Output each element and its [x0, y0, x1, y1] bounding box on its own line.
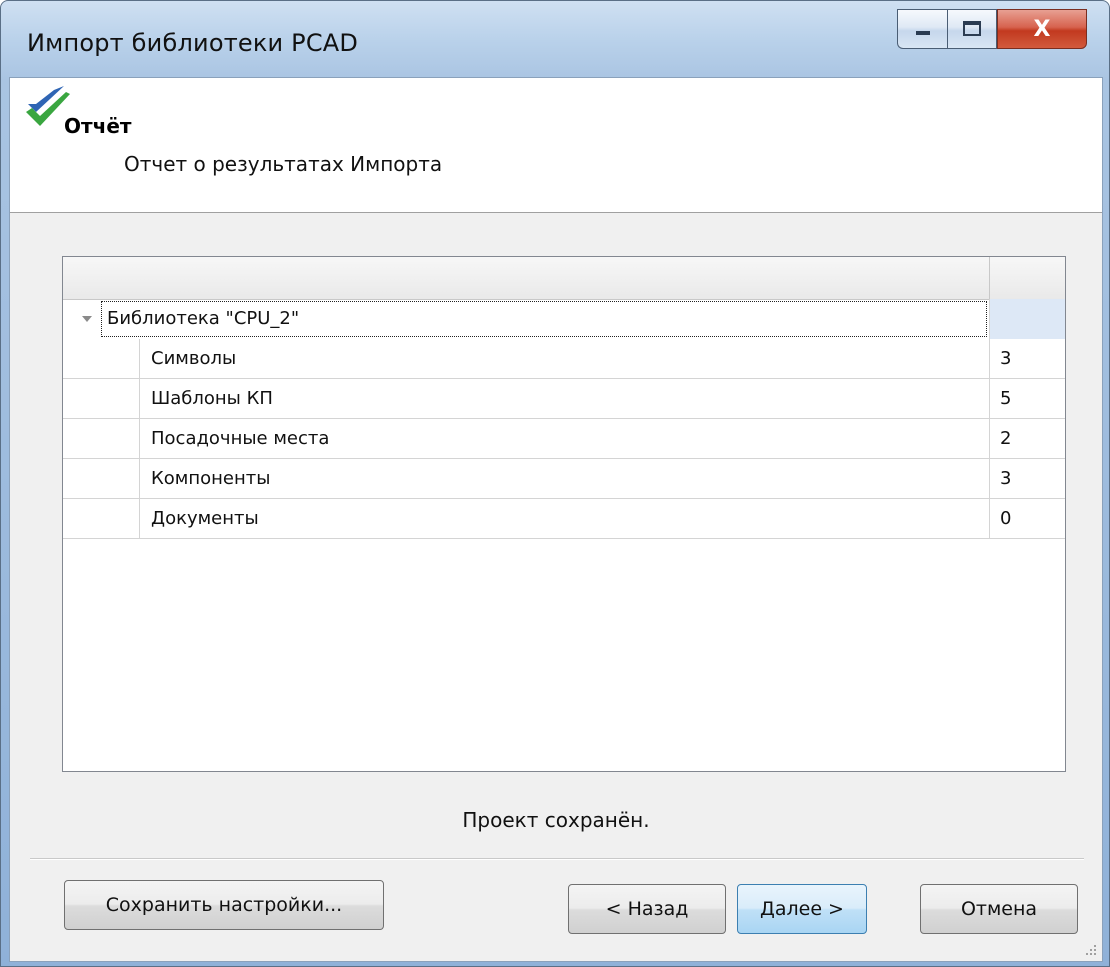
back-button[interactable]: < Назад: [568, 884, 726, 934]
caption-buttons: X: [897, 9, 1087, 49]
dialog-window: Импорт библиотеки PCAD X Отчёт Отчет о р…: [0, 0, 1110, 967]
library-value-cell[interactable]: [989, 299, 1065, 339]
grid-header: [63, 257, 1065, 300]
tree-row-footprints[interactable]: Посадочные места 2: [63, 419, 1065, 459]
tree-row-documents[interactable]: Документы 0: [63, 499, 1065, 539]
page-title: Отчёт: [64, 114, 132, 138]
row-label: Шаблоны КП: [151, 388, 273, 409]
row-label: Символы: [151, 348, 237, 369]
row-value: 3: [989, 339, 1065, 379]
minimize-button[interactable]: [897, 9, 947, 49]
row-label: Документы: [151, 508, 259, 529]
tree-row-pad-templates[interactable]: Шаблоны КП 5: [63, 379, 1065, 419]
report-tree-grid[interactable]: Библиотека "CPU_2" Символы 3 Шаблоны КП …: [62, 256, 1066, 772]
save-settings-button[interactable]: Сохранить настройки...: [64, 880, 384, 930]
row-label: Посадочные места: [151, 428, 330, 449]
row-value: 3: [989, 459, 1065, 499]
row-value: 2: [989, 419, 1065, 459]
footer-divider: [30, 858, 1084, 860]
window-title: Импорт библиотеки PCAD: [27, 29, 359, 57]
row-label: Компоненты: [151, 468, 271, 489]
status-message: Проект сохранён.: [462, 808, 650, 832]
tree-node-library[interactable]: Библиотека "CPU_2": [63, 299, 1065, 339]
tree-cell: [139, 339, 989, 379]
row-value: 5: [989, 379, 1065, 419]
close-icon: X: [1033, 16, 1051, 42]
wizard-header: Отчёт Отчет о результатах Импорта: [10, 78, 1102, 213]
tree-row-symbols[interactable]: Символы 3: [63, 339, 1065, 379]
next-button[interactable]: Далее >: [737, 884, 867, 934]
tree-cell: [139, 499, 989, 539]
resize-grip-icon[interactable]: [1084, 943, 1098, 957]
minimize-icon: [915, 31, 930, 35]
maximize-button[interactable]: [947, 9, 997, 49]
page-subtitle: Отчет о результатах Импорта: [124, 152, 443, 176]
tree-row-components[interactable]: Компоненты 3: [63, 459, 1065, 499]
cancel-button[interactable]: Отмена: [920, 884, 1078, 934]
library-label: Библиотека "CPU_2": [107, 308, 300, 329]
close-button[interactable]: X: [997, 9, 1087, 49]
grid-header-separator: [989, 257, 990, 299]
collapse-triangle-icon[interactable]: [81, 314, 93, 324]
maximize-icon: [963, 21, 981, 36]
row-value: 0: [989, 499, 1065, 539]
dialog-client-area: Отчёт Отчет о результатах Импорта Библио…: [9, 77, 1103, 962]
